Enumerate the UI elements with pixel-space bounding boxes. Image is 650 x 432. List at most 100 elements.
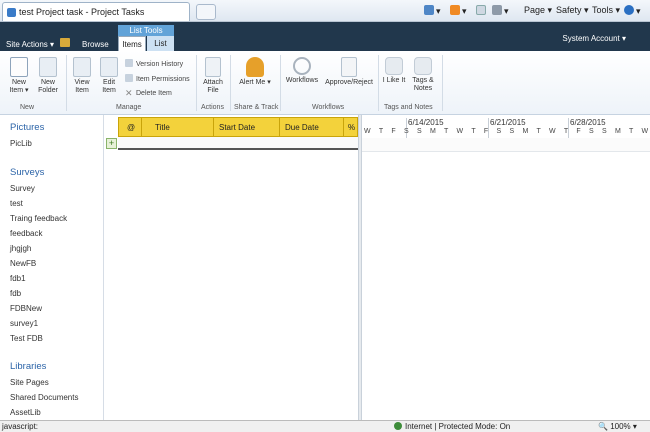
group-separator [378,55,379,111]
new-item-button[interactable]: New Item ▾ [6,57,32,95]
help-icon[interactable]: ▾ [624,5,641,18]
tools-menu[interactable]: Tools ▾ [592,5,620,18]
tab-browse[interactable]: Browse [82,40,109,49]
nav-item-feedback[interactable]: feedback [10,229,42,238]
column-start-date[interactable]: Start Date [219,123,255,132]
task-grid: @ Title Start Date Due Date % + [104,115,358,420]
sharepoint-top-bar: Site Actions ▾ Browse List Tools Items L… [0,22,650,51]
alert-me-button[interactable]: Alert Me ▾ [236,57,274,87]
nav-item-survey[interactable]: Survey [10,184,35,193]
view-item-button[interactable]: View Item [70,57,94,95]
column-divider [279,118,280,136]
nav-header-pictures[interactable]: Pictures [10,122,44,133]
i-like-it-button[interactable]: I Like It [382,57,406,85]
approve-reject-label: Approve/Reject [325,79,373,86]
gantt-week-label: 6/14/2015 [408,118,444,127]
new-folder-button[interactable]: New Folder [34,57,62,95]
security-zone[interactable]: Internet | Protected Mode: On [394,422,510,431]
delete-item-button[interactable]: ✕ Delete Item [125,89,172,98]
version-history-label: Version History [136,61,184,68]
gantt-week-label: 6/28/2015 [570,118,606,127]
zoom-label: 100% [610,422,631,431]
browser-toolbar: test Project task - Project Tasks ▾ ▾ ▾ … [0,0,650,22]
edit-item-label: Edit Item [102,79,116,94]
nav-item-assetlib[interactable]: AssetLib [10,408,41,417]
nav-item-test-fdb[interactable]: Test FDB [10,334,43,343]
gantt-row[interactable] [362,138,650,152]
attach-file-label: Attach File [203,79,223,94]
home-icon[interactable]: ▾ [424,5,441,18]
grid-header-row: @ Title Start Date Due Date % [118,117,358,137]
security-zone-label: Internet | Protected Mode: On [405,422,511,431]
gantt-day-letters: W T F S S M T W T F S S M T W T F S S M … [364,128,650,135]
print-icon[interactable]: ▾ [492,5,509,18]
column-title[interactable]: Title [155,123,170,132]
column-divider [213,118,214,136]
edit-item-button[interactable]: Edit Item [97,57,121,95]
nav-item-jhgjgh[interactable]: jhgjgh [10,244,31,253]
mail-icon[interactable] [476,5,488,18]
group-label-workflows: Workflows [312,104,345,111]
zoom-level[interactable]: 🔍 100% ▾ [598,422,637,431]
nav-header-surveys[interactable]: Surveys [10,167,44,178]
user-menu[interactable]: System Account ▾ [562,34,626,43]
nav-item-fdb1[interactable]: fdb1 [10,274,26,283]
nav-item-test[interactable]: test [10,199,23,208]
column-due-date[interactable]: Due Date [285,123,319,132]
nav-item-site-pages[interactable]: Site Pages [10,378,49,387]
nav-item-newfb[interactable]: NewFB [10,259,36,268]
list-tools-label: List Tools [118,25,174,36]
workflows-label: Workflows [285,77,319,84]
new-item-label: New Item ▾ [9,79,29,94]
tag-icon [414,57,432,75]
status-text: javascript: [2,422,39,431]
folder-icon[interactable] [60,38,70,47]
tab-list[interactable]: List [147,36,174,51]
item-permissions-label: Item Permissions [136,76,190,83]
tags-notes-label: Tags & Notes [412,77,434,92]
approve-reject-button[interactable]: Approve/Reject [323,57,375,87]
column-divider [343,118,344,136]
group-label-actions: Actions [201,104,224,111]
group-separator [280,55,281,111]
view-item-icon [73,57,91,77]
view-item-label: View Item [74,79,90,94]
nav-item-fdbnew[interactable]: FDBNew [10,304,42,313]
nav-item-survey1[interactable]: survey1 [10,319,38,328]
version-history-icon [125,59,133,67]
safety-menu[interactable]: Safety ▾ [556,5,589,18]
nav-item-fdb[interactable]: fdb [10,289,21,298]
delete-item-label: Delete Item [136,90,172,97]
add-row-button[interactable]: + [106,138,117,149]
version-history-button[interactable]: Version History [125,59,183,68]
new-tab-button[interactable] [196,4,216,20]
item-permissions-button[interactable]: Item Permissions [125,74,190,83]
attach-file-button[interactable]: Attach File [200,57,226,95]
browser-tab[interactable]: test Project task - Project Tasks [2,2,190,21]
table-row[interactable] [118,137,358,150]
edit-item-icon [100,57,118,77]
site-actions-menu[interactable]: Site Actions ▾ [6,40,54,49]
column-divider [141,118,142,136]
nav-item-piclib[interactable]: PicLib [10,139,32,148]
attachment-column-icon[interactable]: @ [127,123,135,132]
globe-icon [394,422,402,430]
column-percent-complete[interactable]: % [348,123,355,132]
workflows-button[interactable]: Workflows [284,57,320,85]
tab-items[interactable]: Items [118,36,146,51]
nav-item-traing-feedback[interactable]: Traing feedback [10,214,67,223]
new-folder-label: New Folder [38,79,58,94]
feeds-icon[interactable]: ▾ [450,5,467,18]
ribbon: New Item ▾ New Folder View Item Edit Ite… [0,51,650,115]
page-menu[interactable]: Page ▾ [524,5,552,18]
bell-icon [246,57,264,77]
status-bar: javascript: Internet | Protected Mode: O… [0,420,650,432]
tags-notes-button[interactable]: Tags & Notes [408,57,438,93]
i-like-it-label: I Like It [382,77,406,84]
new-item-icon [10,57,28,77]
nav-item-shared-documents[interactable]: Shared Documents [10,393,78,402]
group-label-tags-notes: Tags and Notes [384,104,433,111]
browser-tab-title: test Project task - Project Tasks [19,7,145,17]
nav-header-libraries[interactable]: Libraries [10,361,46,372]
group-separator [230,55,231,111]
